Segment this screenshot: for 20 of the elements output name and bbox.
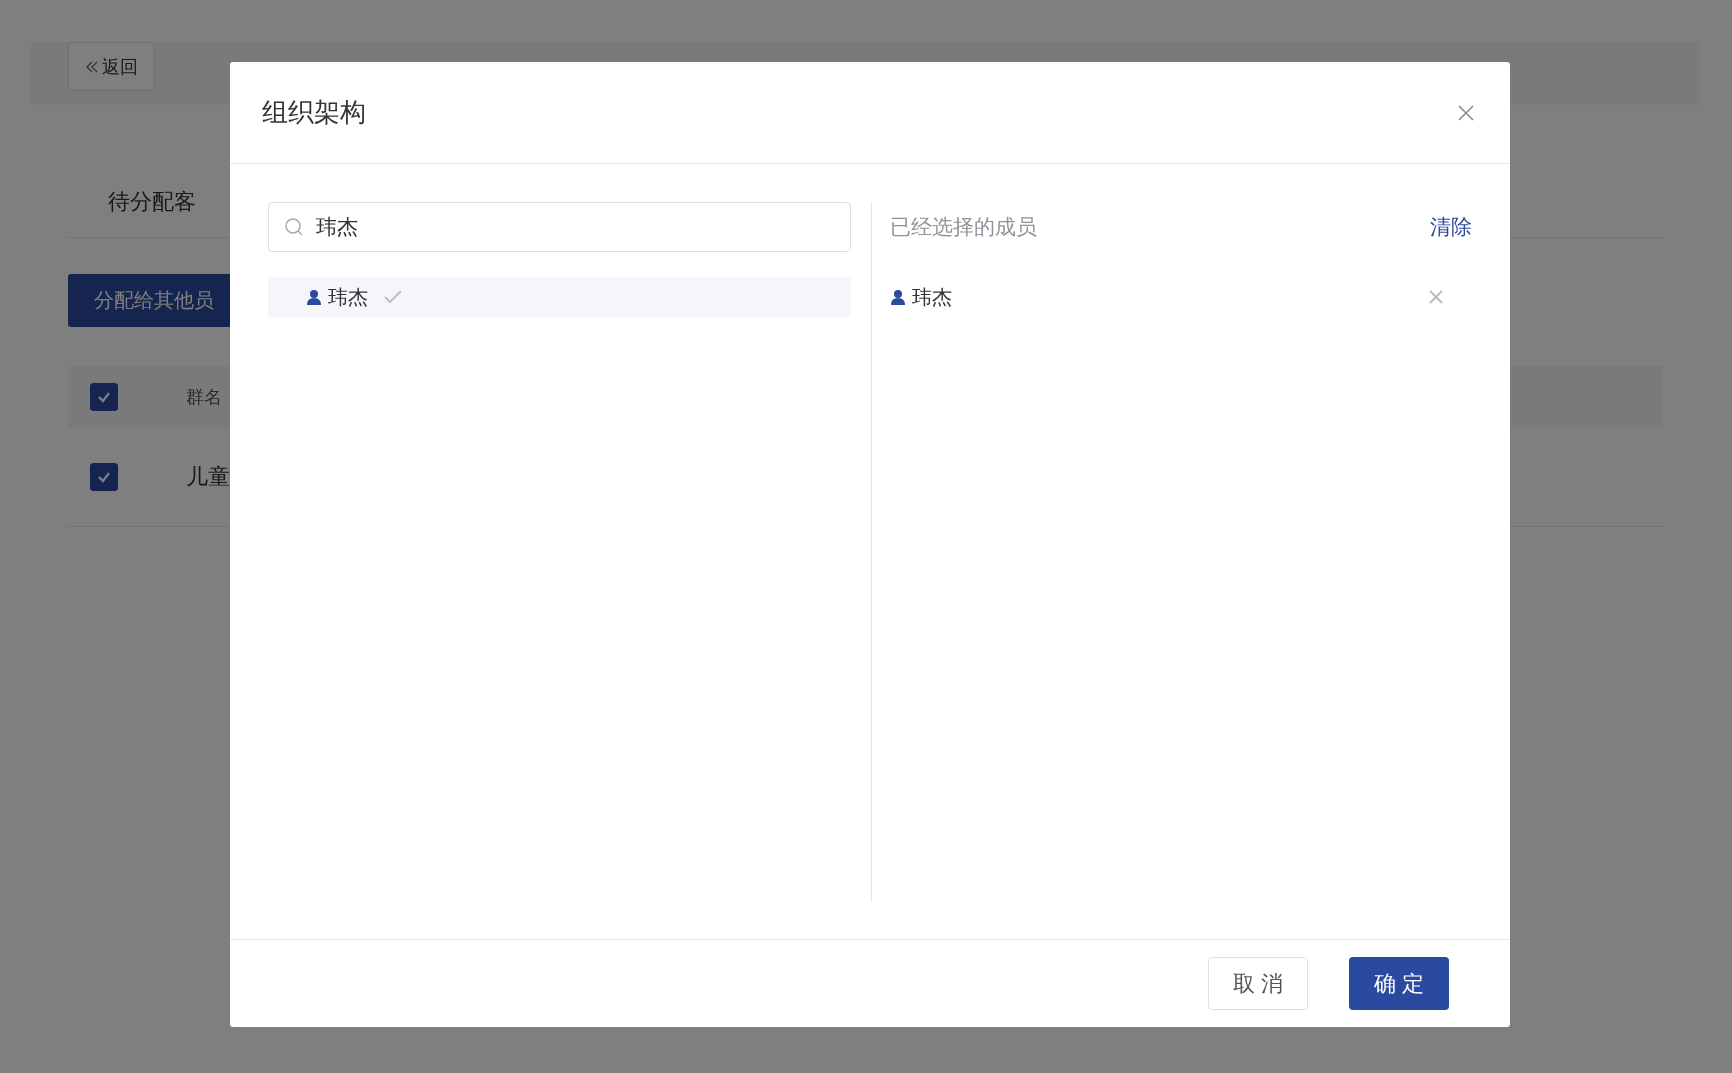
search-icon [284, 217, 304, 237]
checkbox[interactable] [90, 463, 118, 491]
result-item[interactable]: 玮杰 [268, 277, 851, 317]
search-field[interactable]: 玮杰 [268, 202, 851, 252]
table-cell-text: 儿童 [186, 463, 230, 491]
double-chevron-icon [85, 59, 98, 74]
column-header: 群名 [186, 385, 222, 409]
member-name: 玮杰 [912, 283, 952, 311]
back-button[interactable]: 返回 [68, 42, 155, 91]
clear-link[interactable]: 清除 [1430, 213, 1472, 241]
checkbox[interactable] [90, 383, 118, 411]
cancel-button[interactable]: 取 消 [1208, 957, 1308, 1010]
close-icon[interactable] [1458, 104, 1474, 121]
person-icon [890, 289, 906, 305]
dialog-title: 组织架构 [262, 96, 366, 129]
tab[interactable]: 待分配客 [108, 189, 196, 214]
confirm-button[interactable]: 确 定 [1349, 957, 1449, 1010]
selected-heading: 已经选择的成员 [890, 214, 1037, 241]
check-icon [384, 290, 402, 304]
person-icon [306, 289, 322, 305]
